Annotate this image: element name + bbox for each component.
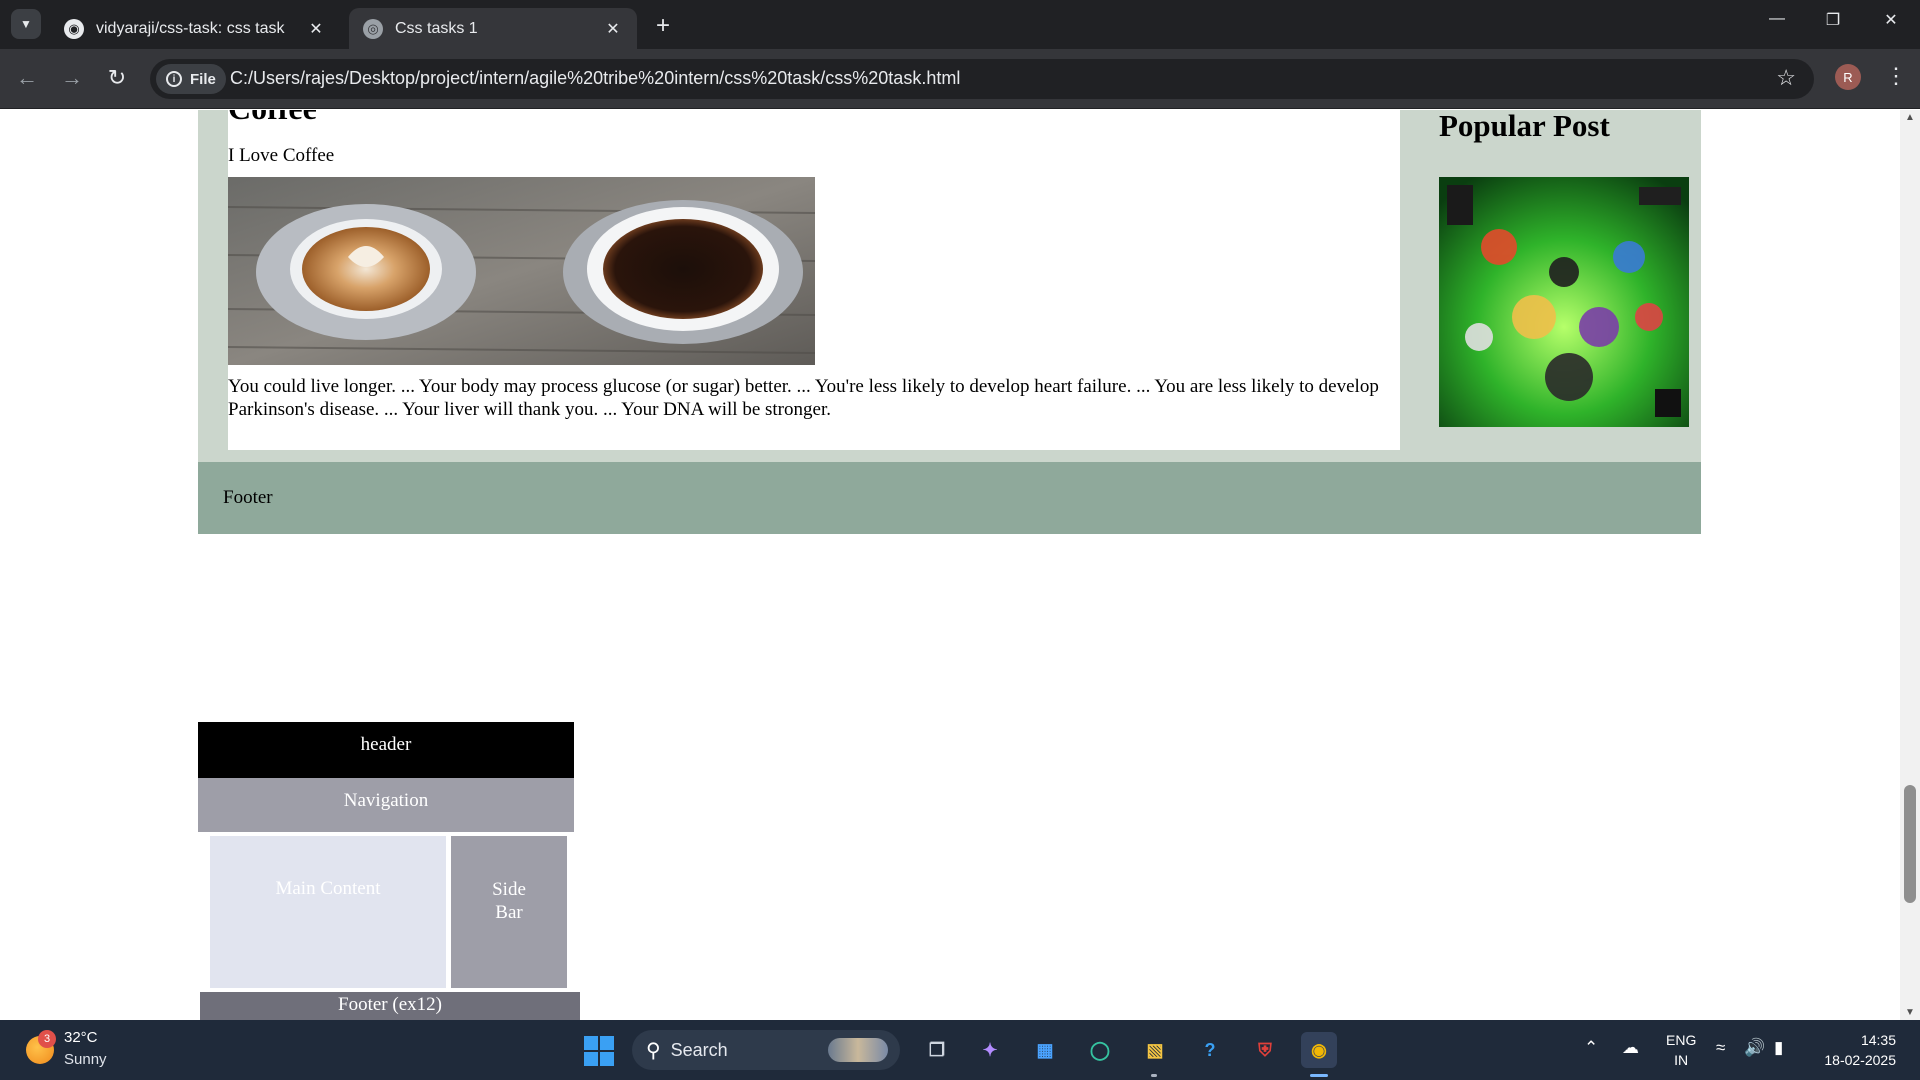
article-heading: Coffee [228, 110, 317, 127]
running-indicator [1151, 1074, 1157, 1077]
info-icon: i [166, 71, 182, 87]
windows-taskbar: 3 32°C Sunny ⚲ Search ❐ ✦ ▦ ◯ ▧ ? ⛨ ◉ ⌃ … [0, 1020, 1920, 1080]
site-info-chip[interactable]: i File [156, 64, 226, 94]
weather-temperature[interactable]: 32°C [64, 1029, 98, 1046]
search-label: Search [670, 1039, 728, 1060]
more-menu-icon[interactable]: ⋮ [1885, 63, 1907, 89]
page-scrollbar[interactable]: ▲ ▼ [1900, 110, 1920, 1020]
windows-start-icon[interactable] [584, 1036, 614, 1066]
web-page-viewport: Coffee I Love Coffee [0, 110, 1920, 1020]
close-icon[interactable]: ✕ [603, 19, 623, 39]
scroll-up-arrow-icon[interactable]: ▲ [1900, 112, 1920, 123]
chrome-icon[interactable]: ◉ [1301, 1032, 1337, 1068]
footer-text: Footer [223, 487, 273, 508]
demo-side-bar-line1: Side [492, 879, 526, 900]
new-tab-button[interactable]: + [651, 12, 675, 40]
onedrive-cloud-icon[interactable]: ☁ [1622, 1038, 1639, 1058]
battery-icon[interactable]: ▮ [1774, 1038, 1783, 1058]
file-explorer-icon[interactable]: ▧ [1137, 1032, 1173, 1068]
window-close-button[interactable]: ✕ [1879, 10, 1903, 30]
clock-time: 14:35 [1860, 1032, 1896, 1048]
popular-post-image [1439, 177, 1689, 427]
article-body: You could live longer. ... Your body may… [228, 376, 1379, 420]
profile-avatar[interactable]: R [1835, 64, 1861, 90]
clock[interactable]: 14:35 18-02-2025 [1814, 1030, 1896, 1070]
demo-side-bar: Side Bar [451, 836, 567, 988]
back-button[interactable]: ← [13, 65, 41, 91]
address-bar[interactable]: i File C:/Users/rajes/Desktop/project/in… [150, 59, 1814, 99]
coffee-image [228, 177, 815, 365]
minimize-button[interactable]: — [1765, 10, 1789, 28]
site-info-label: File [190, 70, 216, 88]
scroll-down-arrow-icon[interactable]: ▼ [1900, 1007, 1920, 1018]
article-subtitle: I Love Coffee [228, 145, 335, 166]
volume-icon[interactable]: 🔊 [1744, 1038, 1765, 1058]
page-footer: Footer [198, 462, 1701, 534]
demo-header: header [198, 722, 574, 778]
weather-badge: 3 [38, 1030, 56, 1048]
demo-side-bar-line2: Bar [495, 902, 523, 923]
chevron-down-icon: ▼ [20, 17, 32, 31]
microsoft-store-icon[interactable]: ▦ [1027, 1032, 1063, 1068]
clock-date: 18-02-2025 [1824, 1052, 1896, 1068]
language-code: ENG [1666, 1032, 1697, 1048]
tab-github[interactable]: ◉ vidyaraji/css-task: css task ✕ [50, 8, 340, 49]
help-icon[interactable]: ? [1192, 1032, 1228, 1068]
demo-main-content: Main Content [210, 836, 446, 988]
tab-css-tasks[interactable]: ◎ Css tasks 1 ✕ [349, 8, 637, 49]
task-view-icon[interactable]: ❐ [919, 1032, 955, 1068]
article-card: Coffee I Love Coffee [228, 110, 1400, 450]
tab-search-dropdown-button[interactable]: ▼ [11, 9, 41, 39]
restore-button[interactable]: ❐ [1821, 10, 1845, 30]
wifi-icon[interactable]: ≈ [1716, 1038, 1725, 1058]
chevron-up-icon[interactable]: ⌃ [1584, 1038, 1598, 1058]
globe-icon: ◎ [363, 18, 383, 39]
demo-footer: Footer (ex12) [200, 992, 580, 1020]
tab-title: Css tasks 1 [395, 19, 478, 37]
tab-title: vidyaraji/css-task: css task [96, 19, 285, 37]
browser-tab-bar: ▼ ◉ vidyaraji/css-task: css task ✕ ◎ Css… [0, 0, 1920, 49]
bookmark-star-icon[interactable]: ☆ [1776, 65, 1796, 91]
mcafee-icon[interactable]: ⛨ [1247, 1032, 1283, 1068]
scrollbar-thumb[interactable] [1904, 785, 1916, 903]
edge-browser-icon[interactable]: ◯ [1082, 1032, 1118, 1068]
search-icon: ⚲ [646, 1039, 661, 1062]
region-code: IN [1674, 1052, 1689, 1068]
copilot-icon[interactable]: ✦ [972, 1032, 1008, 1068]
search-highlight-image [828, 1038, 888, 1062]
github-icon: ◉ [64, 18, 84, 39]
forward-button[interactable]: → [58, 65, 86, 91]
reload-button[interactable]: ↻ [103, 65, 131, 91]
demo-navigation: Navigation [198, 778, 574, 832]
browser-toolbar: ← → ↻ i File C:/Users/rajes/Desktop/proj… [0, 49, 1920, 109]
popular-post-title: Popular Post [1439, 110, 1610, 143]
url-text[interactable]: C:/Users/rajes/Desktop/project/intern/ag… [230, 68, 960, 89]
active-app-indicator [1310, 1074, 1328, 1077]
language-indicator[interactable]: ENG IN [1666, 1030, 1696, 1070]
weather-condition[interactable]: Sunny [64, 1051, 107, 1068]
close-icon[interactable]: ✕ [306, 19, 326, 39]
taskbar-search[interactable]: ⚲ Search [632, 1030, 900, 1070]
